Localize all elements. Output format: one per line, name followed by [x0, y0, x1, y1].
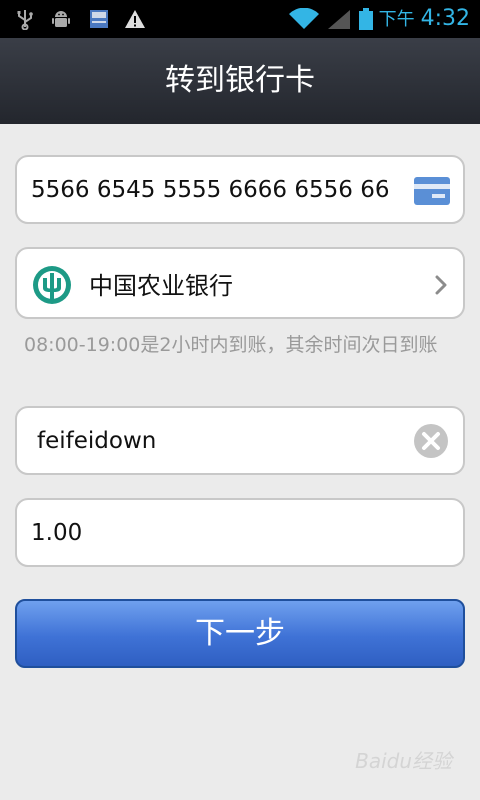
- sd-card-icon: [90, 10, 108, 28]
- chevron-right-icon: [435, 275, 447, 295]
- battery-icon: [359, 8, 373, 30]
- page-title: 转到银行卡: [165, 63, 315, 98]
- amount-field[interactable]: 1.00: [15, 498, 465, 567]
- arrival-time-note: 08:00-19:00是2小时内到账，其余时间次日到账: [24, 334, 438, 356]
- usb-icon: [17, 10, 33, 30]
- bank-name: 中国农业银行: [89, 271, 233, 300]
- wifi-icon: [289, 8, 319, 29]
- card-number-value: 5566 6545 5555 6666 6556 66: [31, 176, 390, 203]
- watermark-text: Baidu经验: [355, 749, 452, 773]
- next-step-label: 下一步: [195, 616, 285, 651]
- clock-ampm: 下午: [378, 9, 415, 30]
- clock-time: 4:32: [420, 6, 470, 31]
- bank-card-icon[interactable]: [414, 177, 450, 205]
- clear-icon[interactable]: [413, 423, 449, 459]
- signal-icon: [328, 10, 350, 29]
- payee-name-value: feifeidown: [37, 427, 157, 454]
- abc-bank-logo-icon: [33, 266, 71, 304]
- card-number-field[interactable]: 5566 6545 5555 6666 6556 66: [15, 155, 465, 224]
- bank-select[interactable]: 中国农业银行: [15, 247, 465, 319]
- next-step-button[interactable]: 下一步: [15, 599, 465, 668]
- clock: 下午 4:32: [379, 4, 470, 34]
- watermark: Baidu经验: [355, 745, 452, 774]
- title-bar: 转到银行卡: [0, 38, 480, 124]
- payee-name-field[interactable]: feifeidown: [15, 406, 465, 475]
- amount-value: 1.00: [31, 519, 83, 546]
- android-debug-icon: [52, 11, 70, 27]
- warning-icon: [125, 10, 145, 28]
- status-bar: 下午 4:32: [0, 0, 480, 38]
